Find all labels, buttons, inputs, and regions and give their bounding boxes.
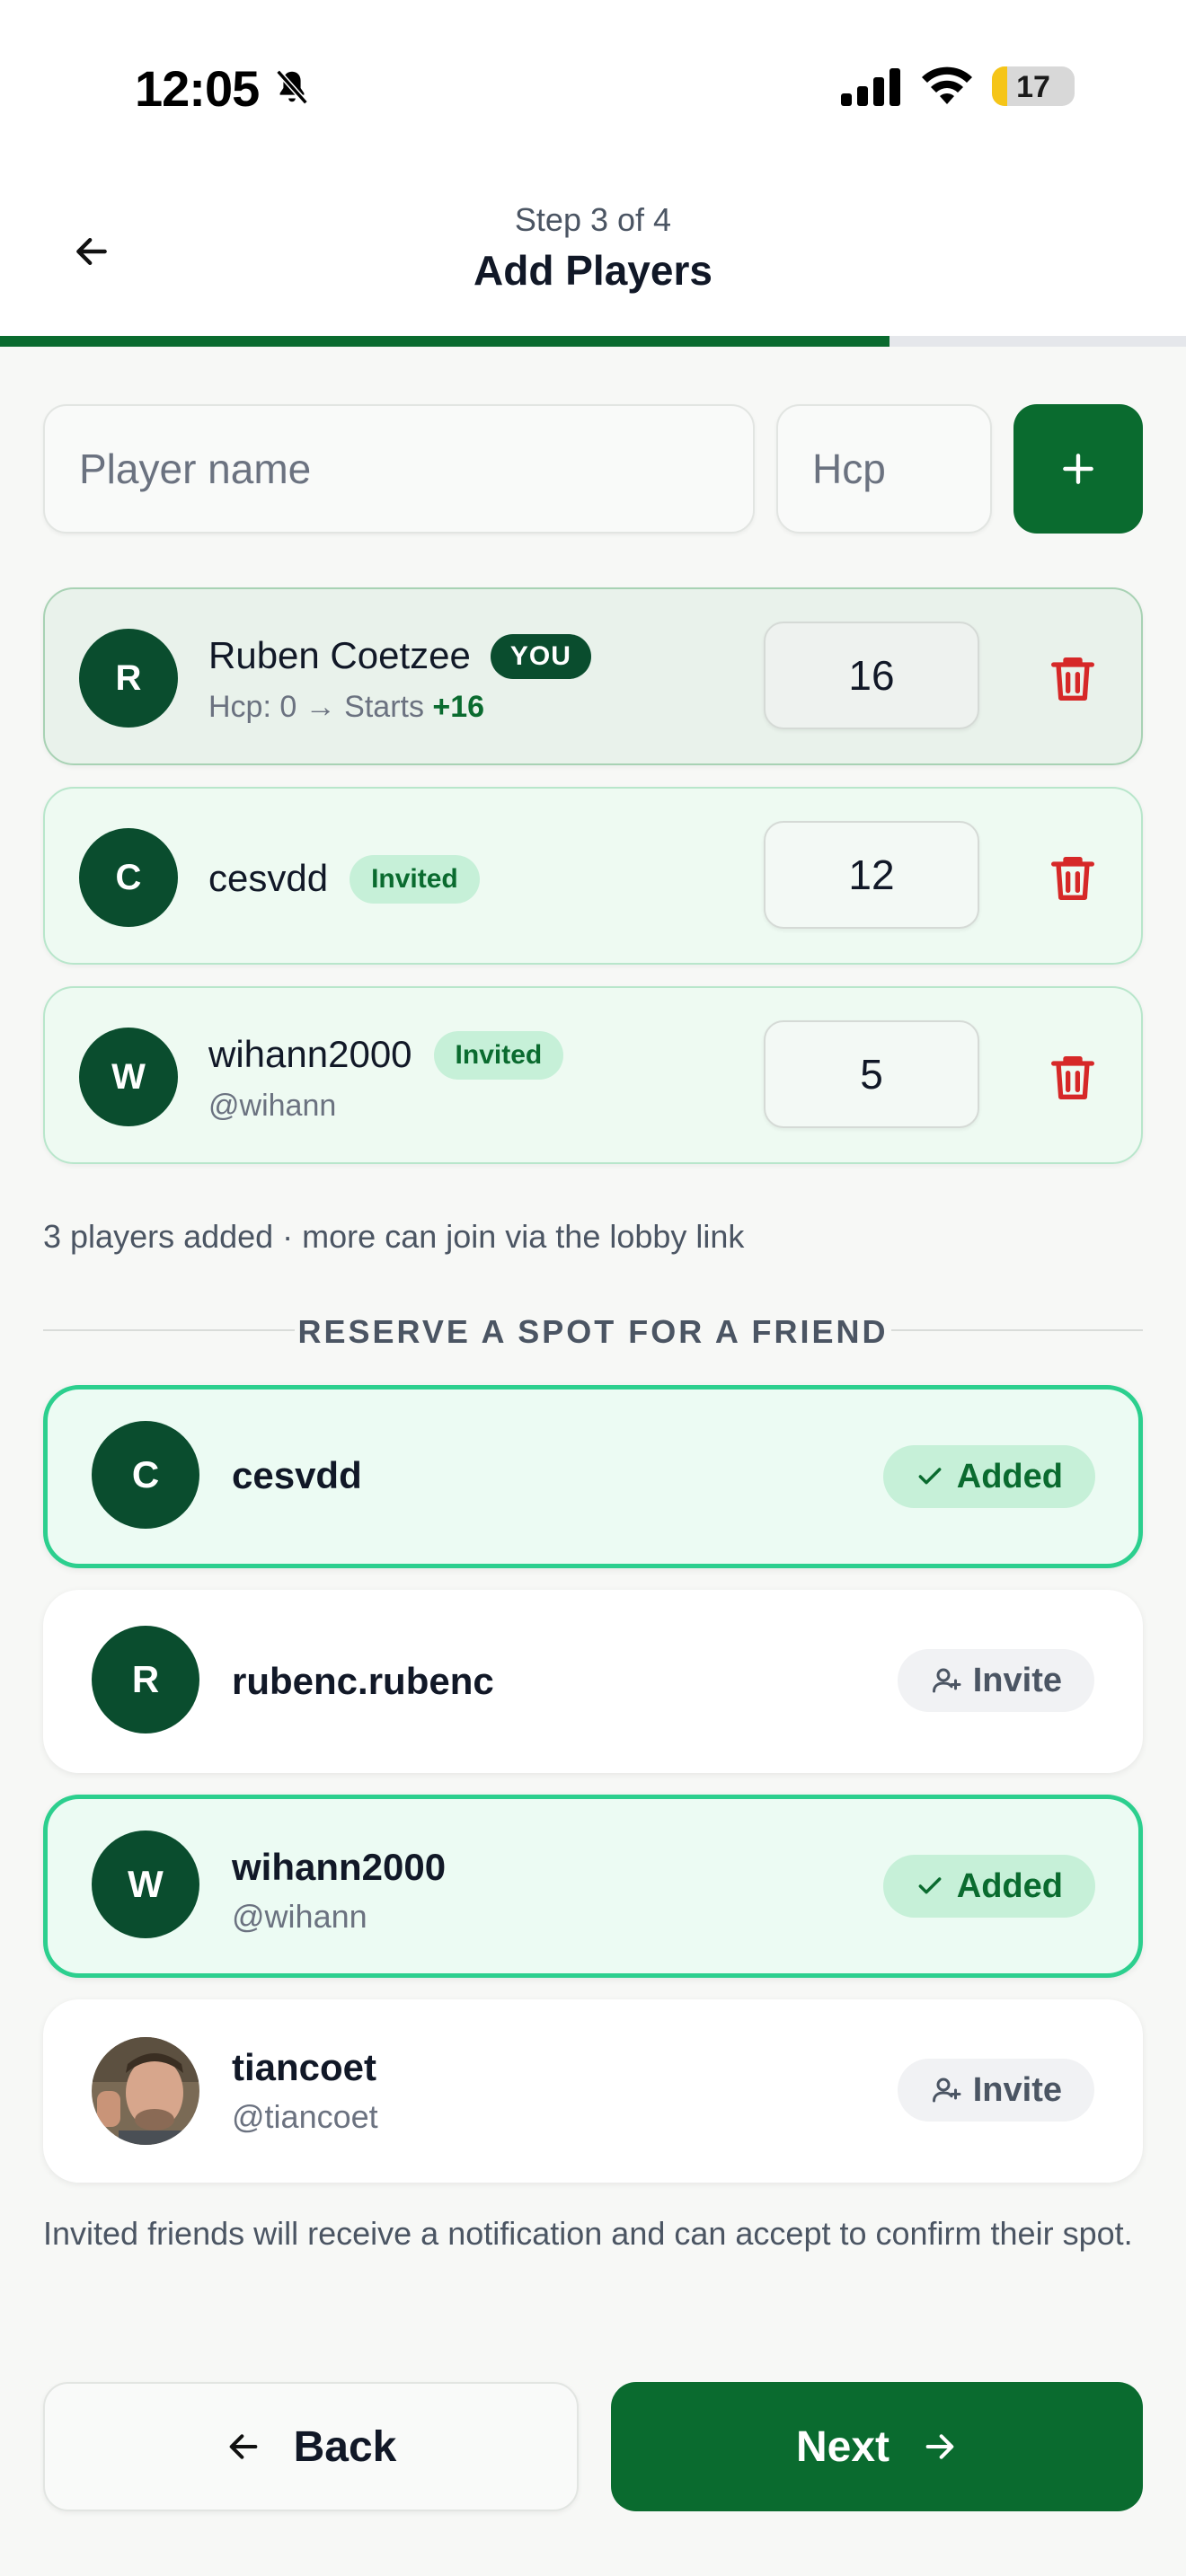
you-badge: YOU: [490, 634, 591, 679]
added-status[interactable]: Added: [882, 1855, 1095, 1918]
player-hcp-field[interactable]: 5: [764, 1020, 979, 1128]
player-name: Ruben Coetzee YOU: [208, 634, 591, 679]
player-name: wihann2000 Invited: [208, 1031, 564, 1080]
player-card: C cesvdd Invited 12: [43, 787, 1143, 965]
player-name-placeholder: Player name: [79, 446, 312, 492]
progress-fill: [0, 336, 890, 347]
strokes-value: +16: [432, 690, 485, 724]
back-label: Back: [293, 2422, 397, 2471]
added-status[interactable]: Added: [882, 1445, 1095, 1508]
profile-photo: [92, 2037, 199, 2145]
battery-level: 17: [1016, 70, 1050, 104]
wifi-icon: [922, 66, 972, 104]
invited-badge: Invited: [350, 855, 480, 904]
player-name-input[interactable]: Player name: [43, 404, 755, 534]
player-name-text: cesvdd: [208, 857, 329, 899]
player-name-text: wihann2000: [208, 1033, 412, 1075]
next-button[interactable]: Next: [611, 2382, 1143, 2511]
page-title: Add Players: [474, 247, 712, 294]
arrow-right-icon: [925, 2434, 954, 2459]
status-time: 12:05: [135, 60, 260, 117]
battery-icon: 17: [992, 66, 1075, 106]
invited-badge: Invited: [433, 1031, 564, 1080]
arrow-left-icon: [229, 2434, 257, 2459]
hcp-input[interactable]: Hcp: [776, 404, 992, 534]
step-indicator: Step 3 of 4: [514, 201, 672, 238]
trash-icon[interactable]: [1044, 650, 1102, 708]
invite-label: Invite: [972, 1661, 1062, 1699]
avatar: C: [79, 828, 178, 927]
status-bar: 12:05 17: [0, 0, 1186, 171]
player-handle: @wihann: [208, 1089, 337, 1123]
avatar: C: [92, 1421, 199, 1529]
progress-track: [0, 336, 1186, 347]
friend-card[interactable]: R rubenc.rubenc Invite: [43, 1590, 1143, 1773]
top-header: Step 3 of 4 Add Players: [0, 171, 1186, 336]
avatar: W: [79, 1028, 178, 1126]
player-name-text: Ruben Coetzee: [208, 634, 471, 676]
hcp-summary-text: Hcp: 0 → Starts: [208, 690, 433, 724]
player-hcp-field[interactable]: 12: [764, 821, 979, 929]
player-hcp-field[interactable]: 16: [764, 622, 979, 729]
plus-icon: [1063, 454, 1093, 484]
add-player-button[interactable]: [1013, 404, 1143, 534]
avatar: R: [79, 629, 178, 728]
trash-icon[interactable]: [1044, 1049, 1102, 1107]
hcp-placeholder: Hcp: [812, 446, 886, 492]
reserve-heading: RESERVE A SPOT FOR A FRIEND: [297, 1313, 889, 1350]
players-count-note: 3 players added · more can join via the …: [43, 1218, 745, 1255]
invite-button[interactable]: Invite: [897, 1649, 1094, 1712]
friend-name: wihann2000: [232, 1846, 447, 1888]
user-plus-icon: [932, 2078, 961, 2103]
player-card: R Ruben Coetzee YOU Hcp: 0 → Starts +16 1…: [43, 587, 1143, 765]
avatar: W: [92, 1831, 199, 1938]
invite-label: Invite: [972, 2070, 1062, 2109]
friend-card[interactable]: tiancoet @tiancoet Invite: [43, 1999, 1143, 2183]
back-step-button[interactable]: Back: [43, 2382, 579, 2511]
signal-icon: [841, 68, 900, 106]
next-label: Next: [795, 2422, 890, 2471]
bell-slash-icon: [276, 69, 308, 105]
friend-name: tiancoet: [232, 2046, 377, 2088]
player-card: W wihann2000 Invited @wihann 5: [43, 986, 1143, 1164]
avatar: R: [92, 1626, 199, 1734]
invite-button[interactable]: Invite: [897, 2059, 1094, 2122]
player-name: cesvdd Invited: [208, 855, 480, 904]
user-plus-icon: [932, 1668, 961, 1693]
friend-handle: @wihann: [232, 1898, 367, 1935]
check-icon: [918, 1877, 942, 1894]
friend-card[interactable]: C cesvdd Added: [43, 1385, 1143, 1568]
check-icon: [918, 1468, 942, 1485]
friend-card[interactable]: W wihann2000 @wihann Added: [43, 1795, 1143, 1978]
added-label: Added: [956, 1866, 1063, 1905]
friends-note: Invited friends will receive a notificat…: [43, 2215, 1133, 2252]
player-hcp-summary: Hcp: 0 → Starts +16: [208, 690, 484, 725]
friend-name: rubenc.rubenc: [232, 1660, 494, 1702]
trash-icon[interactable]: [1044, 850, 1102, 907]
added-label: Added: [956, 1457, 1063, 1495]
friend-name: cesvdd: [232, 1454, 362, 1496]
friend-handle: @tiancoet: [232, 2098, 378, 2135]
